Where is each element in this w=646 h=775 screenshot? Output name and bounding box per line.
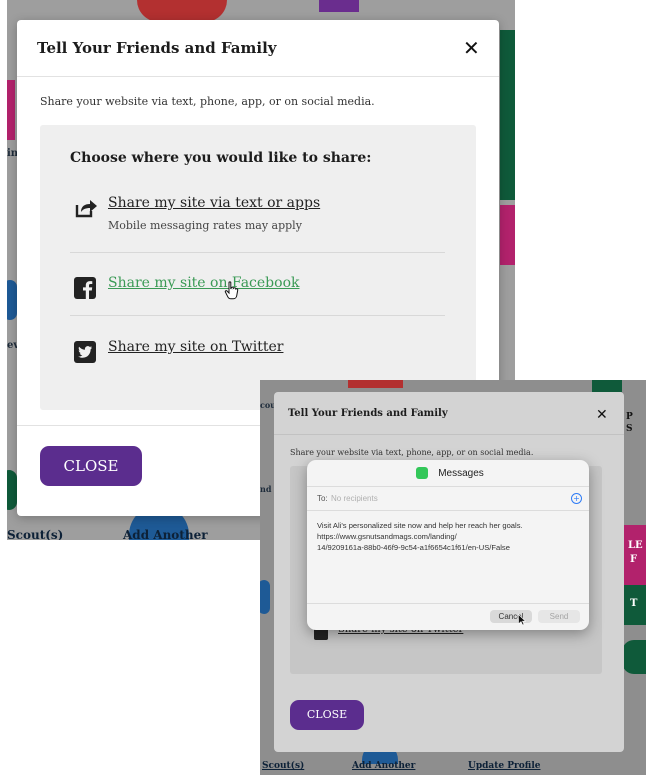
bg-green-strip (500, 30, 515, 200)
bg-green-strip-2 (592, 380, 622, 392)
close-button[interactable]: CLOSE (40, 446, 142, 486)
header-divider (17, 76, 499, 77)
messages-header-line (307, 486, 589, 487)
bg-green-round (622, 640, 646, 674)
add-recipient-icon[interactable]: + (571, 493, 582, 504)
dialog-title: Tell Your Friends and Family (37, 39, 277, 57)
share-facebook-link[interactable]: Share my site on Facebook (108, 275, 299, 291)
close-icon[interactable]: ✕ (463, 38, 480, 58)
share-options-panel: Choose where you would like to share: Sh… (40, 125, 476, 410)
bg-right-text-2: S (626, 424, 633, 434)
share-icon (75, 200, 97, 218)
bg-text-scouts-2[interactable]: Scout(s) (262, 761, 304, 771)
bg-blue-circle (7, 280, 17, 320)
bg-text-add-another[interactable]: Add Another (123, 528, 208, 540)
bg-right-text-1: P (626, 412, 633, 422)
share-twitter-link[interactable]: Share my site on Twitter (108, 339, 283, 355)
share-text-apps-link[interactable]: Share my site via text or apps (108, 195, 320, 211)
bg-magenta-left (7, 80, 15, 140)
messages-to-line (307, 510, 589, 511)
to-recipients-input[interactable]: No recipients (331, 494, 378, 503)
twitter-icon (74, 341, 96, 363)
message-body-line-2[interactable]: https://www.gsnutsandmags.com/landing/ (317, 532, 457, 541)
messages-sheet: Messages To: No recipients + Visit Ali's… (307, 460, 589, 630)
bg-red-shape (137, 0, 227, 22)
share-option-facebook[interactable]: Share my site on Facebook (70, 273, 450, 303)
to-label: To: (317, 494, 328, 503)
bg-purple-shape (319, 0, 359, 12)
dialog-intro: Share your website via text, phone, app,… (40, 95, 375, 108)
bg-red-shape-2 (348, 380, 403, 388)
header-divider-2 (274, 434, 624, 435)
bg-blue-circle-2 (260, 580, 270, 614)
arrow-cursor-icon (518, 614, 526, 626)
option-divider-2 (70, 315, 445, 316)
bg-right-text-5: T (630, 598, 638, 609)
bg-green-circle (7, 470, 17, 510)
screenshot-messages: P S LE F T couts nd Scout(s) Add Another… (260, 380, 646, 775)
bg-left-text-nd: nd (260, 484, 272, 494)
bg-text-add-another-2[interactable]: Add Another (352, 761, 415, 771)
share-heading: Choose where you would like to share: (70, 150, 372, 166)
bg-text-scouts[interactable]: Scout(s) (7, 528, 63, 540)
share-option-twitter[interactable]: Share my site on Twitter (70, 337, 450, 367)
bg-text-update-profile[interactable]: Update Profile (468, 761, 540, 771)
share-text-apps-note: Mobile messaging rates may apply (108, 219, 302, 232)
dialog-intro-2: Share your website via text, phone, app,… (290, 448, 534, 457)
bg-right-text-3: LE (628, 540, 643, 551)
option-divider-1 (70, 252, 445, 253)
bg-magenta-strip (500, 205, 515, 265)
message-body-line-1[interactable]: Visit Ali's personalized site now and he… (317, 521, 523, 530)
messages-footer-line (307, 603, 589, 604)
hand-cursor-icon (224, 281, 239, 300)
messages-title: Messages (438, 468, 484, 479)
dialog-title-2: Tell Your Friends and Family (288, 408, 448, 419)
close-icon-2[interactable]: ✕ (596, 408, 608, 422)
share-option-text-apps[interactable]: Share my site via text or apps Mobile me… (70, 195, 450, 245)
bg-right-text-4: F (630, 554, 638, 565)
message-body-line-3[interactable]: 14/9209161a-88b0-46f9-9c54-a1f6654c1f61/… (317, 543, 510, 552)
close-button-2[interactable]: CLOSE (290, 700, 364, 730)
send-button[interactable]: Send (538, 610, 580, 623)
facebook-icon (74, 277, 96, 299)
